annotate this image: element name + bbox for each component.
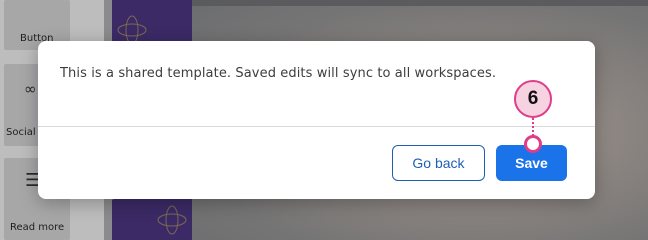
- go-back-button[interactable]: Go back: [392, 145, 485, 181]
- dialog-divider: [38, 126, 595, 127]
- confirm-save-dialog: This is a shared template. Saved edits w…: [38, 41, 595, 199]
- sidebar-item-read-more-label: Read more: [10, 222, 65, 233]
- dialog-message: This is a shared template. Saved edits w…: [60, 66, 497, 81]
- photo-top-frame: [192, 0, 648, 6]
- callout-target-dot: [524, 135, 542, 153]
- sidebar-item-social-label: Social: [6, 127, 36, 138]
- link-icon: ∞: [24, 80, 37, 98]
- step-badge: 6: [514, 80, 552, 118]
